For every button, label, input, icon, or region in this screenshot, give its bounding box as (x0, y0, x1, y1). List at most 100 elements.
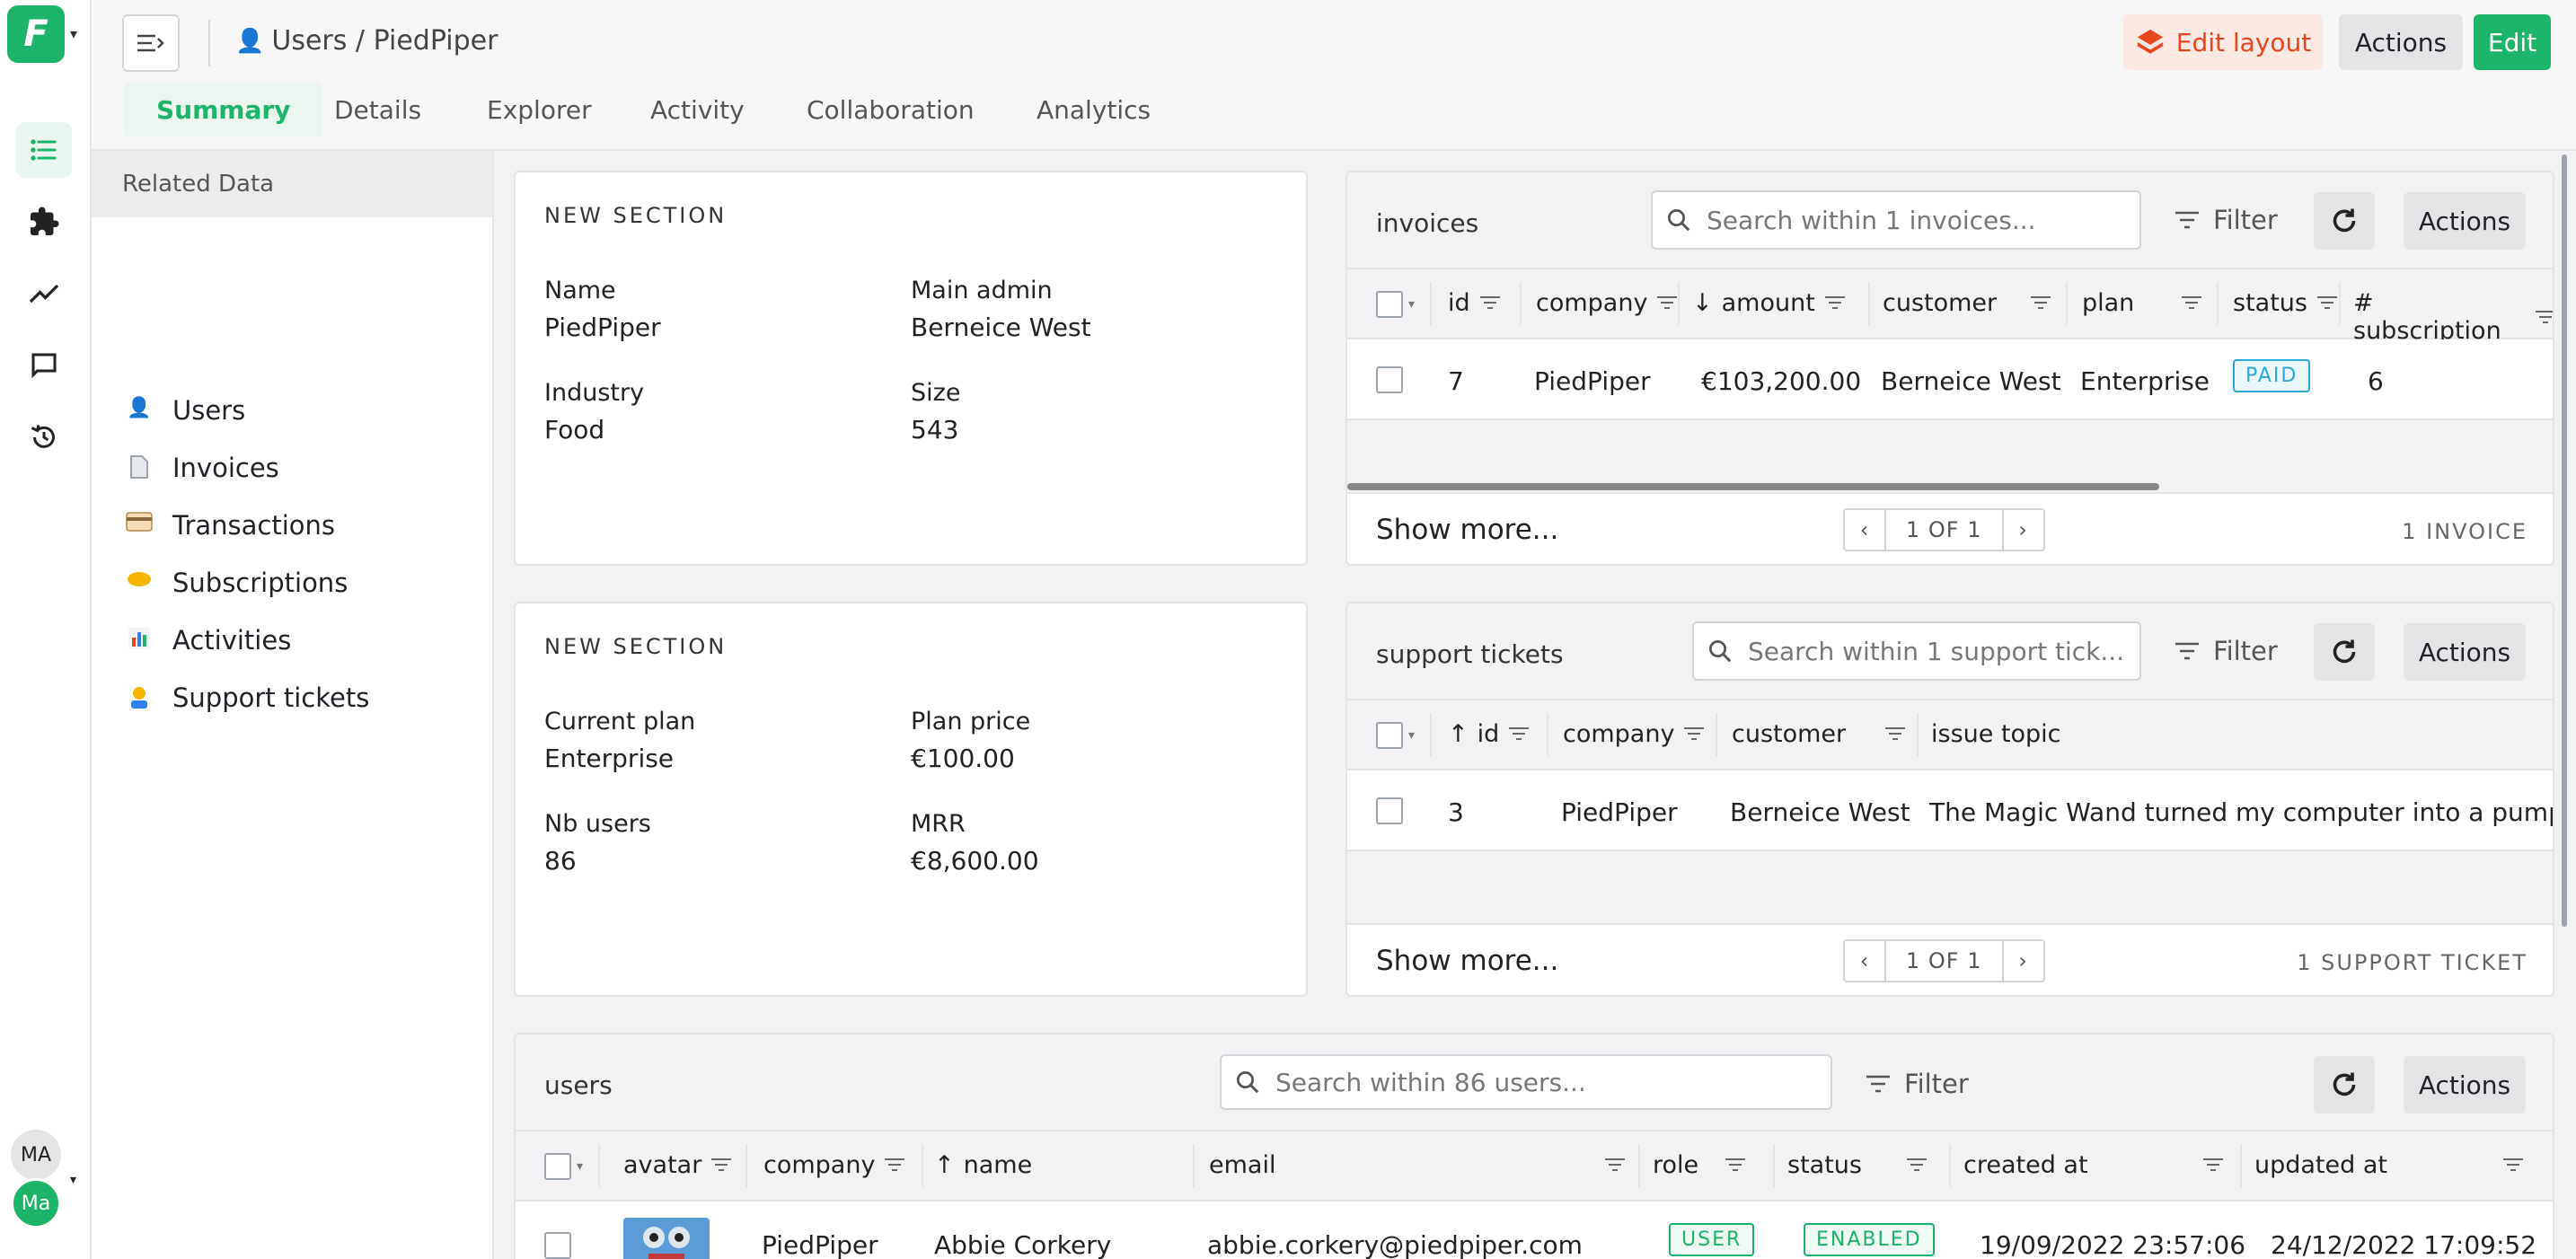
filter-icon[interactable] (884, 1151, 905, 1179)
column-header-customer[interactable]: customer (1883, 289, 2051, 317)
related-item-invoices[interactable]: Invoices (126, 444, 279, 492)
caret-down-icon[interactable]: ▾ (70, 25, 77, 42)
sort-up-icon[interactable]: ↑ (934, 1151, 955, 1179)
column-header-id[interactable]: ↑ id (1448, 720, 1530, 748)
filter-icon[interactable] (2181, 289, 2202, 317)
related-item-transactions[interactable]: Transactions (126, 501, 335, 550)
sort-down-icon[interactable]: ↓ (1692, 289, 1713, 317)
show-more-link[interactable]: Show more... (1376, 514, 1558, 546)
column-header-subscription[interactable]: # subscription (2353, 289, 2553, 345)
chevron-right-icon[interactable]: › (2004, 941, 2043, 981)
invoices-search-input[interactable]: Search within 1 invoices... (1651, 190, 2141, 250)
row-checkbox[interactable] (1376, 366, 1403, 393)
edit-button[interactable]: Edit (2474, 14, 2551, 70)
filter-icon[interactable] (2316, 289, 2338, 317)
trending-icon[interactable] (16, 266, 72, 321)
refresh-button[interactable] (2314, 1056, 2375, 1114)
chevron-right-icon[interactable]: › (2004, 510, 2043, 550)
list-icon[interactable] (16, 122, 72, 178)
main-admin-link[interactable]: Berneice West (911, 313, 1091, 342)
cell-customer-link[interactable]: Berneice West (1730, 797, 1910, 827)
chat-icon[interactable] (16, 338, 72, 393)
user-avatar[interactable]: Ma (11, 1178, 61, 1228)
column-header-updated-at[interactable]: updated at (2254, 1151, 2524, 1179)
tickets-search-input[interactable]: Search within 1 support tick... (1692, 621, 2141, 681)
refresh-button[interactable] (2314, 623, 2375, 681)
column-header-id[interactable]: id (1448, 289, 1501, 317)
cell-company-link[interactable]: PiedPiper (1534, 366, 1651, 396)
cell-plan-link[interactable]: Enterprise (2080, 366, 2210, 396)
select-all-checkbox[interactable]: ▾ (544, 1153, 583, 1180)
actions-button[interactable]: Actions (2339, 14, 2463, 70)
tab-analytics[interactable]: Analytics (1004, 83, 1183, 136)
table-row[interactable]: 3 PiedPiper Berneice West The Magic Wand… (1347, 770, 2553, 851)
column-header-company[interactable]: company (763, 1151, 905, 1179)
edit-layout-button[interactable]: Edit layout (2123, 14, 2323, 70)
select-all-checkbox[interactable]: ▾ (1376, 722, 1415, 749)
row-checkbox[interactable] (544, 1232, 571, 1259)
tickets-actions-button[interactable]: Actions (2404, 623, 2526, 681)
sidebar-toggle-button[interactable] (122, 14, 180, 72)
user-avatar-initials[interactable]: MA (11, 1130, 61, 1180)
column-header-role[interactable]: role (1653, 1151, 1746, 1179)
filter-icon[interactable] (1906, 1151, 1928, 1179)
filter-icon[interactable] (1683, 720, 1705, 748)
breadcrumb-text[interactable]: Users / PiedPiper (271, 25, 498, 57)
current-plan-link[interactable]: Enterprise (544, 744, 674, 773)
related-item-activities[interactable]: Activities (126, 616, 291, 665)
table-row[interactable]: PiedPiper Abbie Corkery abbie.corkery@pi… (516, 1202, 2553, 1259)
tab-details[interactable]: Details (302, 83, 454, 136)
history-icon[interactable] (16, 409, 72, 465)
show-more-link[interactable]: Show more... (1376, 945, 1558, 977)
tab-collaboration[interactable]: Collaboration (774, 83, 1007, 136)
users-search-input[interactable]: Search within 86 users... (1220, 1054, 1832, 1110)
row-checkbox[interactable] (1376, 797, 1403, 824)
filter-icon[interactable] (1725, 1151, 1746, 1179)
tab-summary[interactable]: Summary (124, 83, 323, 136)
column-header-avatar[interactable]: avatar (623, 1151, 732, 1179)
chevron-left-icon[interactable]: ‹ (1845, 941, 1884, 981)
filter-icon[interactable] (2502, 1151, 2524, 1179)
filter-icon[interactable] (1884, 720, 1906, 748)
cell-customer-link[interactable]: Berneice West (1881, 366, 2061, 396)
cell-company-link[interactable]: PiedPiper (762, 1230, 878, 1259)
filter-icon[interactable] (710, 1151, 732, 1179)
column-header-plan[interactable]: plan (2082, 289, 2202, 317)
filter-icon[interactable] (2535, 304, 2553, 331)
column-header-company[interactable]: company (1536, 289, 1678, 317)
filter-icon[interactable] (2030, 289, 2051, 317)
select-all-checkbox[interactable]: ▾ (1376, 291, 1415, 318)
app-logo[interactable]: F (7, 5, 65, 63)
related-item-subscriptions[interactable]: Subscriptions (126, 559, 348, 607)
column-header-created-at[interactable]: created at (1963, 1151, 2224, 1179)
filter-button[interactable]: Filter (2174, 636, 2278, 666)
refresh-button[interactable] (2314, 192, 2375, 250)
column-header-email[interactable]: email (1209, 1151, 1626, 1179)
related-item-users[interactable]: 👤 Users (126, 386, 245, 435)
filter-icon[interactable] (1508, 720, 1530, 748)
cell-subscription-link[interactable]: 6 (2368, 366, 2384, 396)
filter-icon[interactable] (2202, 1151, 2224, 1179)
table-row[interactable]: 7 PiedPiper €103,200.00 Berneice West En… (1347, 339, 2553, 420)
column-header-customer[interactable]: customer (1732, 720, 1906, 748)
column-header-status[interactable]: status (2233, 289, 2338, 317)
column-header-amount[interactable]: ↓ amount (1692, 289, 1846, 317)
caret-down-icon[interactable]: ▾ (70, 1173, 76, 1187)
users-actions-button[interactable]: Actions (2404, 1056, 2526, 1114)
column-header-name[interactable]: ↑ name (934, 1151, 1032, 1179)
tab-explorer[interactable]: Explorer (454, 83, 624, 136)
puzzle-icon[interactable] (16, 194, 72, 250)
column-header-status[interactable]: status (1787, 1151, 1928, 1179)
filter-button[interactable]: Filter (1865, 1069, 1969, 1099)
column-header-issue-topic[interactable]: issue topic (1931, 720, 2061, 748)
filter-icon[interactable] (1656, 289, 1678, 317)
related-item-support-tickets[interactable]: Support tickets (126, 674, 369, 722)
horizontal-scrollbar[interactable] (1347, 483, 2159, 490)
page-scrollbar[interactable] (2562, 154, 2567, 927)
invoices-actions-button[interactable]: Actions (2404, 192, 2526, 250)
tab-activity[interactable]: Activity (618, 83, 777, 136)
filter-icon[interactable] (1824, 289, 1846, 317)
filter-button[interactable]: Filter (2174, 205, 2278, 235)
filter-icon[interactable] (1604, 1151, 1626, 1179)
filter-icon[interactable] (1479, 289, 1501, 317)
